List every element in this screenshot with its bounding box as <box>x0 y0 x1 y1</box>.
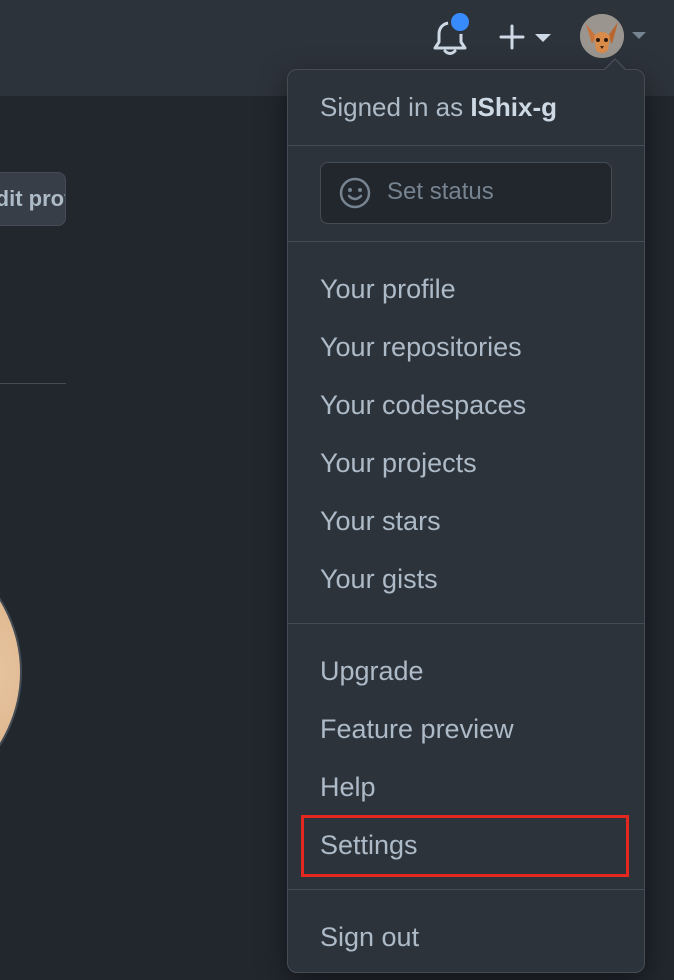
set-status-button[interactable]: Set status <box>320 162 612 224</box>
set-status-label: Set status <box>387 178 494 205</box>
menu-divider <box>288 889 644 890</box>
profile-avatar <box>0 520 22 824</box>
edit-profile-button[interactable]: Edit profile <box>0 172 66 226</box>
page: Edit profile Signed in as IShix-g Set st… <box>0 0 674 980</box>
sign-out-button[interactable]: Sign out <box>320 920 419 954</box>
menu-divider <box>288 623 644 624</box>
menu-item-your-projects[interactable]: Your projects <box>320 446 477 480</box>
username: IShix-g <box>470 92 557 122</box>
notifications-button[interactable] <box>430 10 472 58</box>
menu-item-upgrade[interactable]: Upgrade <box>320 654 424 688</box>
signed-in-header: Signed in as IShix-g <box>320 92 557 123</box>
menu-item-your-repositories[interactable]: Your repositories <box>320 330 522 364</box>
menu-item-your-gists[interactable]: Your gists <box>320 562 438 596</box>
chevron-down-icon <box>632 32 646 39</box>
menu-item-your-stars[interactable]: Your stars <box>320 504 441 538</box>
signed-in-label: Signed in as <box>320 92 471 122</box>
smiley-icon <box>339 177 371 209</box>
chevron-down-icon <box>535 34 551 42</box>
menu-item-your-profile[interactable]: Your profile <box>320 272 456 306</box>
user-menu-button[interactable] <box>580 14 650 60</box>
notification-indicator <box>448 10 472 34</box>
user-dropdown-menu: Signed in as IShix-g Set status Your pro… <box>287 58 645 973</box>
menu-item-your-codespaces[interactable]: Your codespaces <box>320 388 526 422</box>
create-new-dropdown[interactable] <box>497 20 555 54</box>
menu-divider <box>288 145 644 146</box>
settings-highlight-box <box>301 815 629 877</box>
divider <box>0 383 66 384</box>
menu-divider <box>288 241 644 242</box>
avatar <box>580 14 624 58</box>
menu-item-help[interactable]: Help <box>320 770 376 804</box>
dropdown-caret-fill <box>604 60 626 71</box>
plus-icon <box>499 24 525 50</box>
menu-item-feature-preview[interactable]: Feature preview <box>320 712 514 746</box>
